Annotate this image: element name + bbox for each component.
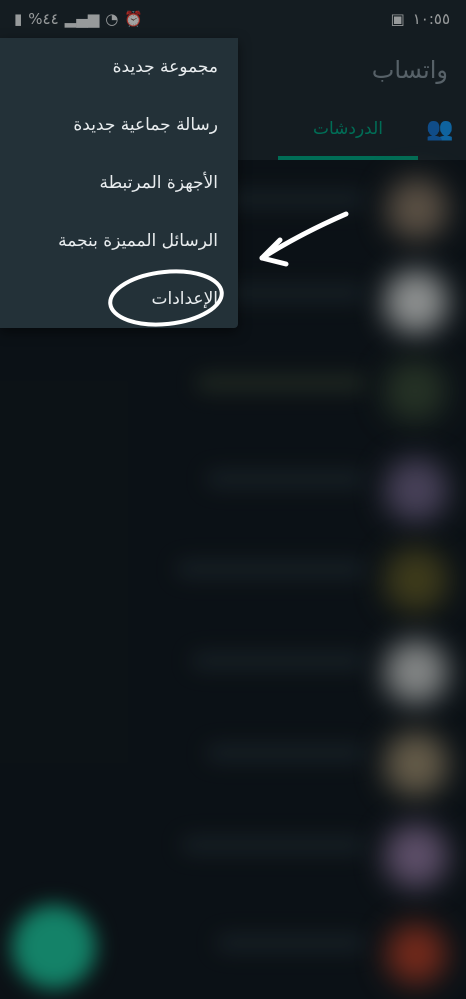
menu-item-new-group[interactable]: مجموعة جديدة (0, 38, 238, 96)
menu-item-settings[interactable]: الإعدادات (0, 270, 238, 328)
menu-item-starred-messages[interactable]: الرسائل المميزة بنجمة (0, 212, 238, 270)
menu-item-linked-devices[interactable]: الأجهزة المرتبطة (0, 154, 238, 212)
menu-item-new-broadcast[interactable]: رسالة جماعية جديدة (0, 96, 238, 154)
overflow-menu: مجموعة جديدة رسالة جماعية جديدة الأجهزة … (0, 38, 238, 328)
